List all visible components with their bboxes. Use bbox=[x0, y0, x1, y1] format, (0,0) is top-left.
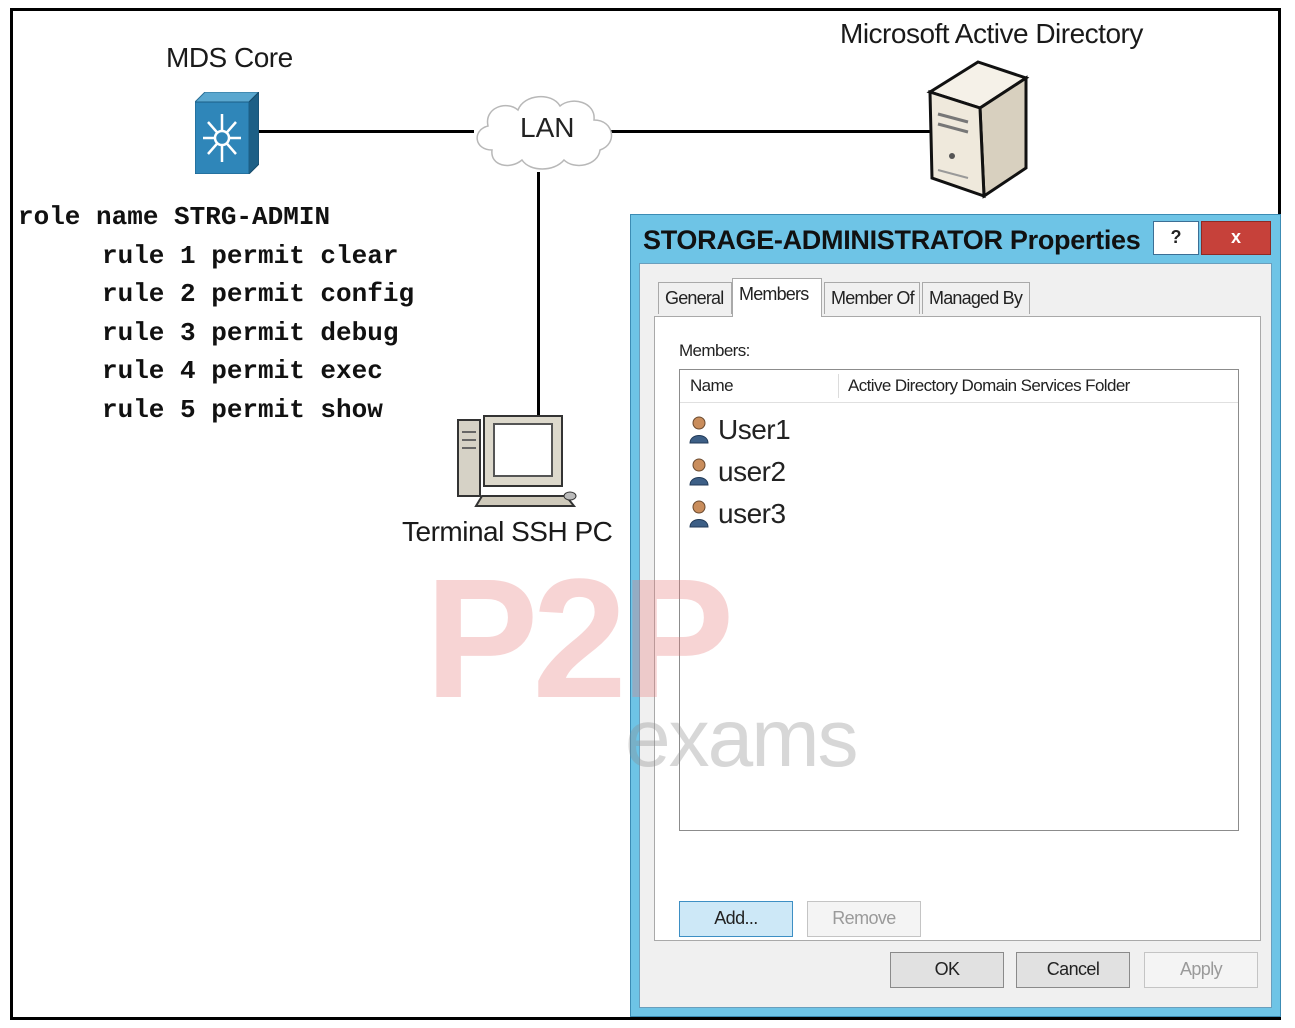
apply-button[interactable]: Apply bbox=[1144, 952, 1258, 988]
link-mds-lan bbox=[250, 130, 474, 133]
code-role-line: role name STRG-ADMIN bbox=[18, 202, 331, 232]
list-item[interactable]: user3 bbox=[688, 494, 786, 534]
code-rule-line: rule 1 permit clear bbox=[102, 240, 399, 271]
tab-general[interactable]: General bbox=[658, 282, 732, 314]
link-lan-pc bbox=[537, 172, 540, 422]
members-list[interactable]: Name Active Directory Domain Services Fo… bbox=[679, 369, 1239, 831]
list-header: Name Active Directory Domain Services Fo… bbox=[680, 370, 1238, 403]
lan-label: LAN bbox=[520, 112, 575, 143]
tab-members[interactable]: Members bbox=[732, 278, 822, 317]
member-name: User1 bbox=[718, 414, 791, 445]
column-folder[interactable]: Active Directory Domain Services Folder bbox=[848, 376, 1130, 396]
dialog-client-area: General Members Member Of Managed By Mem… bbox=[639, 263, 1272, 1008]
code-rule-line: rule 2 permit config bbox=[102, 279, 415, 309]
ad-label: Microsoft Active Directory bbox=[840, 18, 1143, 49]
mds-switch-icon bbox=[195, 92, 259, 174]
user-icon bbox=[689, 416, 709, 444]
code-rule-line: rule 5 permit show bbox=[102, 394, 383, 425]
member-name: user3 bbox=[718, 498, 786, 529]
list-item[interactable]: User1 bbox=[688, 410, 791, 450]
user-icon bbox=[689, 500, 709, 528]
ok-button[interactable]: OK bbox=[890, 952, 1004, 988]
user-icon bbox=[689, 458, 709, 486]
members-label: Members: bbox=[679, 341, 750, 360]
list-item[interactable]: user2 bbox=[688, 452, 786, 492]
tab-member-of[interactable]: Member Of bbox=[824, 282, 920, 314]
add-button[interactable]: Add... bbox=[679, 901, 793, 937]
code-rule-line: rule 3 permit debug bbox=[102, 317, 399, 348]
link-lan-ad bbox=[610, 130, 930, 133]
members-panel: Members: Name Active Directory Domain Se… bbox=[654, 316, 1261, 941]
column-name[interactable]: Name bbox=[690, 376, 734, 396]
tab-managed-by[interactable]: Managed By bbox=[922, 282, 1030, 314]
dialog-title: STORAGE-ADMINISTRATOR Properties bbox=[643, 225, 1141, 255]
role-config-code: role name STRG-ADMIN rule 1 permit clear r… bbox=[18, 198, 414, 429]
column-separator[interactable] bbox=[838, 374, 839, 398]
terminal-pc-label: Terminal SSH PC bbox=[402, 516, 613, 547]
help-button[interactable]: ? bbox=[1153, 221, 1199, 255]
close-button[interactable]: x bbox=[1201, 221, 1271, 255]
cancel-button[interactable]: Cancel bbox=[1016, 952, 1130, 988]
properties-dialog: STORAGE-ADMINISTRATOR Properties ? x Gen… bbox=[630, 214, 1281, 1017]
mds-core-label: MDS Core bbox=[166, 42, 293, 73]
remove-button[interactable]: Remove bbox=[807, 901, 921, 937]
code-rule-line: rule 4 permit exec bbox=[102, 356, 383, 386]
member-name: user2 bbox=[718, 456, 786, 487]
server-icon bbox=[926, 60, 1030, 199]
pc-icon bbox=[457, 415, 577, 507]
